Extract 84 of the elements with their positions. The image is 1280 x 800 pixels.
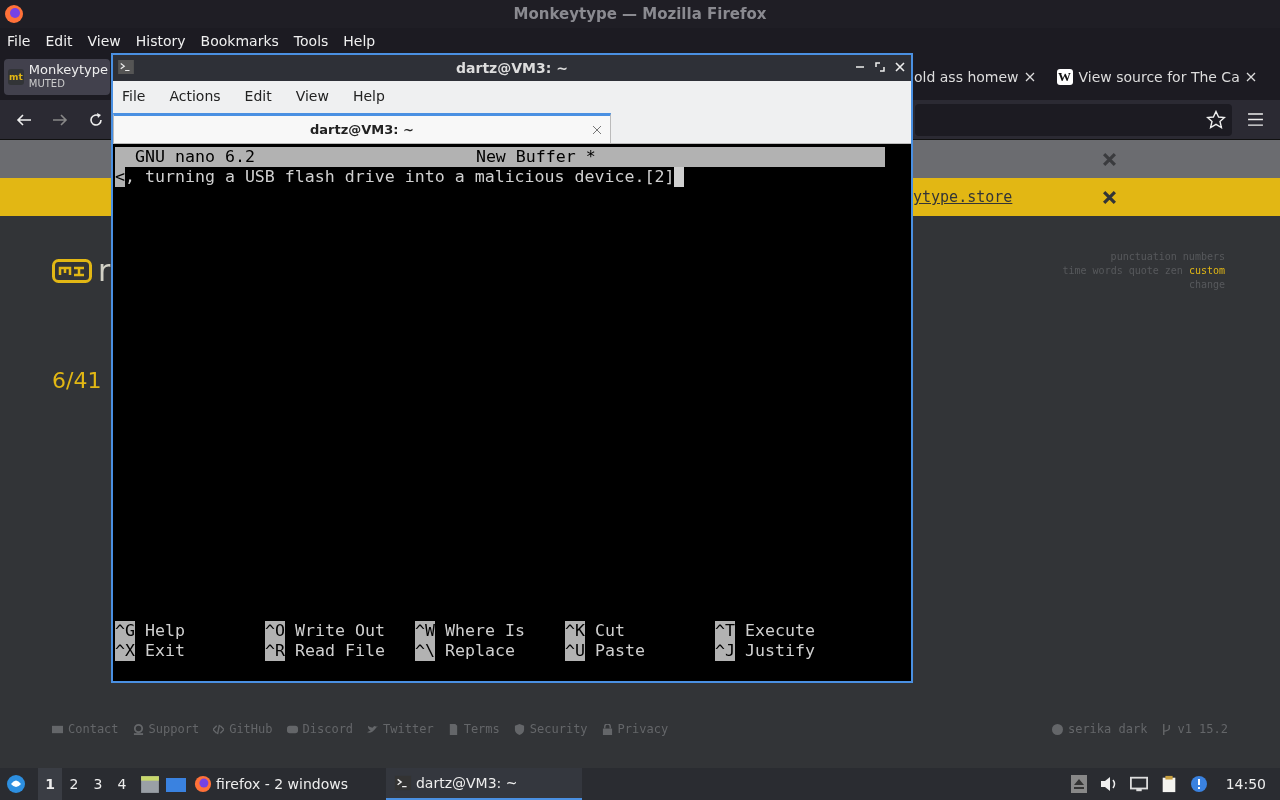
- code-icon: [213, 723, 225, 735]
- window-title: Monkeytype — Mozilla Firefox: [513, 5, 767, 23]
- keyboard-logo-icon: [52, 259, 92, 283]
- bird-icon: [367, 723, 379, 735]
- shortcut-key: ^R: [265, 641, 285, 661]
- tab-status: MUTED: [28, 77, 66, 91]
- scroll-marker: <: [115, 167, 125, 187]
- menu-item[interactable]: History: [135, 33, 186, 49]
- shield-icon: [513, 723, 525, 735]
- mode-option[interactable]: custom: [1188, 264, 1225, 278]
- menu-item[interactable]: Edit: [45, 33, 73, 49]
- chat-icon: [286, 723, 298, 735]
- forward-icon[interactable]: [52, 111, 68, 128]
- workspace-button[interactable]: 4: [110, 768, 134, 800]
- terminal-icon[interactable]: [118, 60, 134, 74]
- store-link[interactable]: ytype.store: [913, 188, 1013, 206]
- logo-text: r: [98, 256, 111, 286]
- taskbar-button[interactable]: firefox - 2 windows: [186, 768, 356, 800]
- close-icon[interactable]: [1102, 189, 1117, 205]
- start-menu-icon[interactable]: [6, 774, 26, 794]
- window-title: dartz@VM3: ~: [456, 60, 568, 76]
- star-icon[interactable]: [1206, 109, 1226, 130]
- shortcut-label: Paste: [595, 641, 645, 661]
- workspace-button[interactable]: 3: [86, 768, 110, 800]
- shortcut-key: ^J: [715, 641, 735, 661]
- shortcut-key: ^G: [115, 621, 135, 641]
- tab-title: View source for The Ca: [1078, 69, 1240, 85]
- back-icon[interactable]: [16, 111, 32, 128]
- lock-icon: [601, 723, 613, 735]
- editor-version: GNU nano 6.2: [135, 147, 255, 167]
- shortcut-key: ^T: [715, 621, 735, 641]
- shortcut-key: ^O: [265, 621, 285, 641]
- text-line: , turning a USB flash drive into a malicious device.[2]: [125, 167, 675, 187]
- menu-item[interactable]: View: [87, 33, 121, 49]
- terminal-tab[interactable]: dartz@VM3: ~: [113, 113, 611, 143]
- workspace-button[interactable]: 1: [38, 768, 62, 800]
- shortcut-key: ^X: [115, 641, 135, 661]
- shortcut-label: Write Out: [295, 621, 385, 641]
- shortcut-label: Replace: [445, 641, 515, 661]
- word-counter: 6/41: [52, 368, 103, 393]
- shortcut-label: Justify: [745, 641, 815, 661]
- tab-title: Monkeytype: [28, 63, 108, 77]
- tab-title: old ass homew: [914, 69, 1019, 85]
- shortcut-key: ^W: [415, 621, 435, 641]
- shortcut-label: Exit: [145, 641, 185, 661]
- buffer-name: New Buffer *: [475, 147, 596, 167]
- menu-item[interactable]: Edit: [244, 88, 272, 104]
- taskbar-button[interactable]: dartz@VM3: ~: [385, 768, 582, 800]
- menu-item[interactable]: View: [295, 88, 329, 104]
- favicon-icon: W: [1056, 69, 1073, 85]
- workspace-button[interactable]: 2: [62, 768, 86, 800]
- browser-tab[interactable]: old ass homew: [914, 59, 1045, 95]
- menu-item[interactable]: Bookmarks: [200, 33, 279, 49]
- file-cabinet-icon[interactable]: [140, 774, 160, 794]
- shortcut-label: Cut: [595, 621, 625, 641]
- menu-item[interactable]: Help: [343, 33, 376, 49]
- text-cursor: [674, 167, 685, 187]
- maximize-icon[interactable]: [875, 62, 885, 72]
- terminal-icon: [393, 774, 412, 792]
- shortcut-key: ^\: [415, 641, 435, 661]
- shortcut-key: ^U: [565, 641, 585, 661]
- menu-item[interactable]: Actions: [169, 88, 221, 104]
- branch-icon: [1161, 723, 1173, 735]
- envelope-icon: [52, 723, 63, 735]
- menu-item[interactable]: File: [7, 33, 31, 49]
- firefox-icon[interactable]: [4, 4, 24, 24]
- notification-icon[interactable]: [1189, 775, 1208, 793]
- clock: 14:50: [1225, 776, 1266, 792]
- volume-icon[interactable]: [1099, 775, 1118, 793]
- browser-tab[interactable]: W View source for The Ca: [1056, 59, 1266, 95]
- menu-item[interactable]: File: [122, 88, 146, 104]
- reload-icon[interactable]: [88, 111, 104, 128]
- shortcut-label: Execute: [745, 621, 815, 641]
- menu-item[interactable]: Help: [352, 88, 385, 104]
- eject-icon[interactable]: [1069, 775, 1088, 793]
- menu-item[interactable]: Tools: [293, 33, 329, 49]
- document-icon: [447, 723, 459, 735]
- menu-icon[interactable]: [1248, 113, 1263, 126]
- shortcut-label: Read File: [295, 641, 385, 661]
- shortcut-key: ^K: [565, 621, 585, 641]
- favicon-icon: mt: [8, 69, 24, 85]
- shortcut-label: Help: [145, 621, 185, 641]
- firefox-icon: [194, 775, 212, 793]
- shortcut-label: Where Is: [445, 621, 525, 641]
